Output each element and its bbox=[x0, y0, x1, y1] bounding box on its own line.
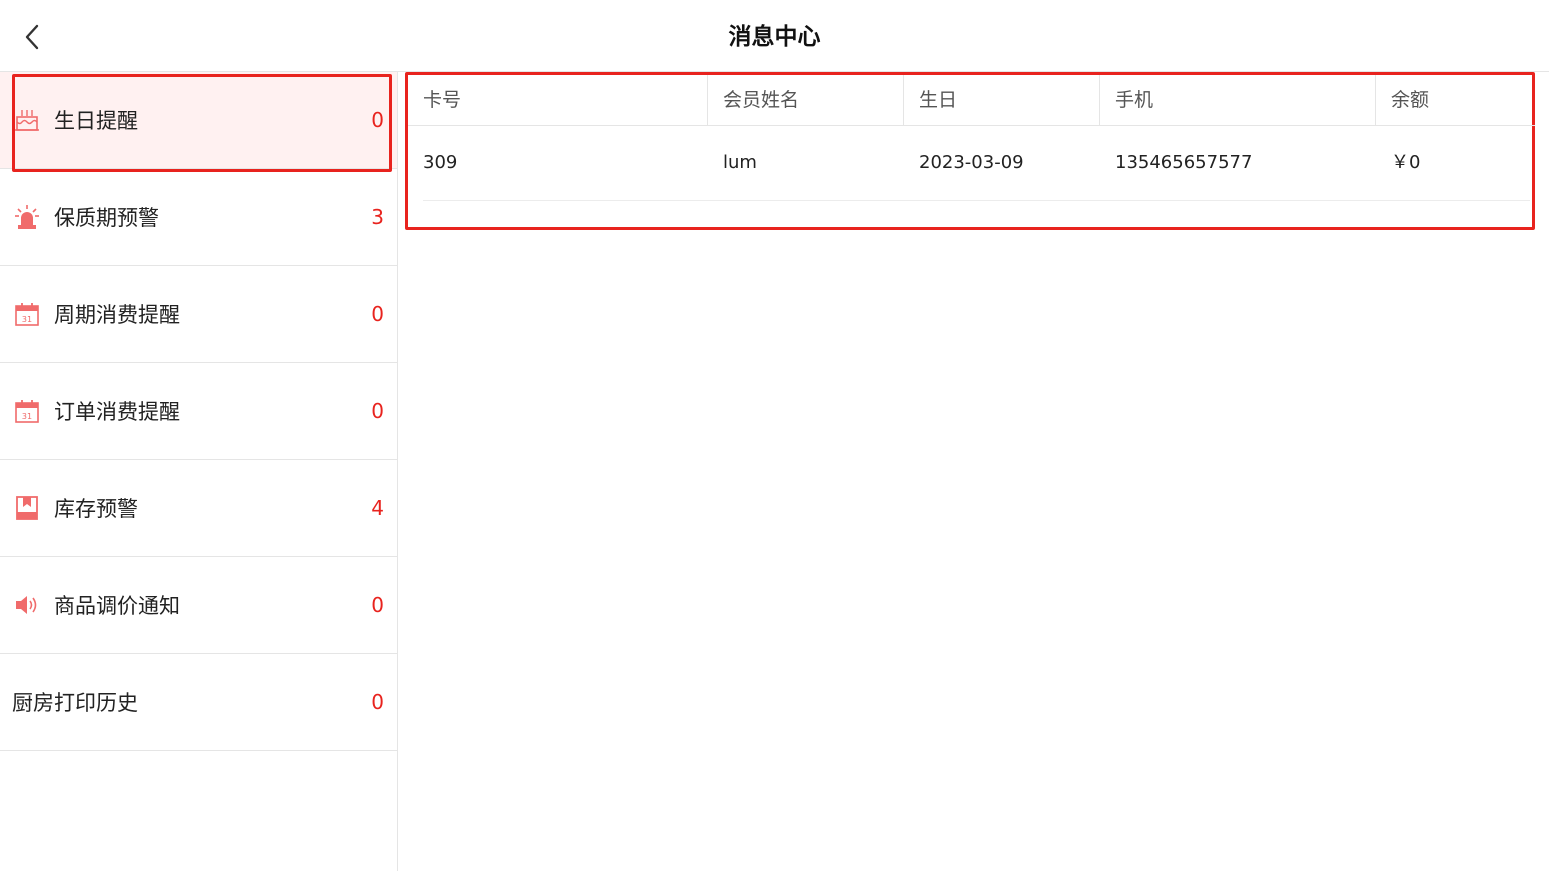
cell-balance: ￥0 bbox=[1391, 152, 1421, 173]
speaker-icon bbox=[14, 592, 40, 618]
cell-phone: 135465657577 bbox=[1115, 152, 1253, 173]
sidebar-item-price-adjustment[interactable]: 商品调价通知 0 bbox=[0, 557, 397, 654]
column-header-member-name: 会员姓名 bbox=[708, 75, 904, 125]
sidebar-item-count: 4 bbox=[371, 496, 384, 520]
column-header-balance: 余额 bbox=[1391, 89, 1430, 111]
cell-member-name: lum bbox=[723, 152, 757, 173]
sidebar-item-label: 生日提醒 bbox=[54, 109, 138, 133]
sidebar-item-count: 0 bbox=[371, 108, 384, 132]
header-bar: 消息中心 bbox=[0, 0, 1549, 72]
sidebar-item-count: 0 bbox=[371, 690, 384, 714]
page-title: 消息中心 bbox=[728, 24, 821, 50]
table-header: 卡号 会员姓名 生日 手机 余额 bbox=[408, 75, 1535, 126]
app-root: 消息中心 生日提醒 0 保质期预警 3 31 周期消费提醒 0 31 订单消费提… bbox=[0, 0, 1549, 871]
sidebar-item-label: 厨房打印历史 bbox=[12, 691, 138, 715]
sidebar-item-count: 0 bbox=[371, 399, 384, 423]
sidebar-item-kitchen-print-history[interactable]: 厨房打印历史 0 bbox=[0, 654, 397, 751]
sidebar-item-label: 保质期预警 bbox=[54, 206, 159, 230]
birthday-cake-icon bbox=[14, 107, 40, 133]
column-header-card-no: 卡号 bbox=[408, 75, 708, 125]
sidebar-item-label: 周期消费提醒 bbox=[54, 303, 180, 327]
svg-text:31: 31 bbox=[22, 412, 32, 421]
member-table: 卡号 会员姓名 生日 手机 余额 309 lum 2023-03-09 1354… bbox=[405, 72, 1535, 230]
sidebar-item-label: 库存预警 bbox=[54, 497, 138, 521]
sidebar-item-shelf-life-warning[interactable]: 保质期预警 3 bbox=[0, 169, 397, 266]
main-content: 卡号 会员姓名 生日 手机 余额 309 lum 2023-03-09 1354… bbox=[405, 72, 1549, 871]
bookmark-box-icon bbox=[14, 495, 40, 521]
sidebar-item-count: 0 bbox=[371, 593, 384, 617]
cell-birthday: 2023-03-09 bbox=[919, 152, 1024, 173]
column-header-phone: 手机 bbox=[1100, 75, 1376, 125]
sidebar-item-periodic-consumption[interactable]: 31 周期消费提醒 0 bbox=[0, 266, 397, 363]
sidebar-item-order-consumption[interactable]: 31 订单消费提醒 0 bbox=[0, 363, 397, 460]
sidebar-item-label: 商品调价通知 bbox=[54, 594, 180, 618]
sidebar-item-count: 0 bbox=[371, 302, 384, 326]
sidebar-item-inventory-warning[interactable]: 库存预警 4 bbox=[0, 460, 397, 557]
svg-text:31: 31 bbox=[22, 315, 32, 324]
column-header-birthday: 生日 bbox=[904, 75, 1100, 125]
table-row[interactable]: 309 lum 2023-03-09 135465657577 ￥0 bbox=[423, 126, 1530, 201]
cell-card-no: 309 bbox=[423, 152, 458, 173]
sidebar-item-label: 订单消费提醒 bbox=[54, 400, 180, 424]
calendar-icon: 31 bbox=[14, 398, 40, 424]
calendar-icon: 31 bbox=[14, 301, 40, 327]
sidebar-item-birthday-reminder[interactable]: 生日提醒 0 bbox=[0, 72, 397, 172]
alarm-light-icon bbox=[14, 204, 40, 230]
sidebar: 生日提醒 0 保质期预警 3 31 周期消费提醒 0 31 订单消费提醒 0 库… bbox=[0, 72, 398, 871]
sidebar-item-count: 3 bbox=[371, 205, 384, 229]
